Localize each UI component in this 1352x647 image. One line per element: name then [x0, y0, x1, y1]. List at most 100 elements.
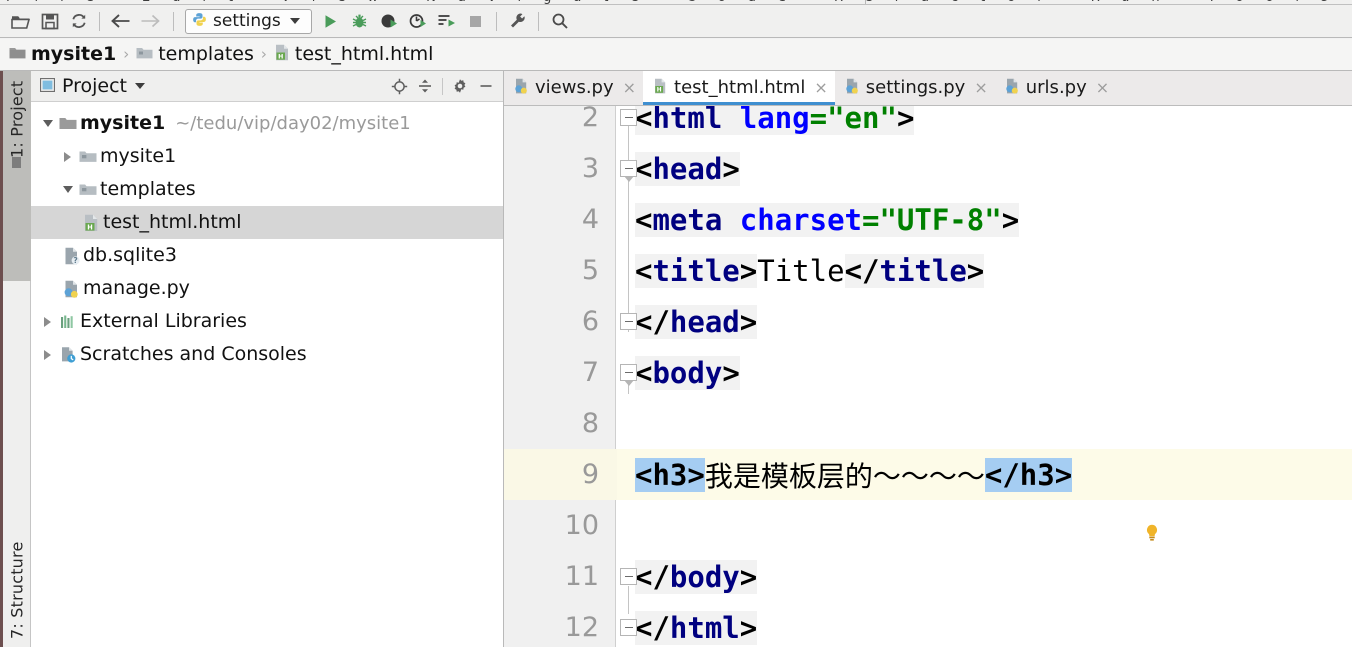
code-line: 8: [504, 398, 1352, 449]
close-icon[interactable]: ×: [1096, 80, 1109, 96]
tree-label: templates: [100, 178, 196, 200]
run-button[interactable]: [316, 8, 345, 35]
project-tree: mysite1 ~/tedu/vip/day02/mysite1 mysite1…: [31, 102, 503, 371]
folder-icon: [136, 45, 153, 64]
editor-tab-views-py[interactable]: views.py ×: [504, 71, 643, 105]
python-file-icon: [59, 280, 83, 298]
tree-label: mysite1: [80, 112, 166, 134]
run-with-coverage-button[interactable]: [374, 8, 403, 35]
code-line: 4 <meta charset="UTF-8">: [504, 194, 1352, 245]
tool-window-label: 7: Structure: [7, 541, 27, 640]
line-number: 9: [581, 459, 599, 490]
close-icon[interactable]: ×: [623, 80, 636, 96]
run-with-console-button[interactable]: [432, 8, 461, 35]
fold-marker[interactable]: [620, 109, 637, 126]
fold-marker[interactable]: [620, 313, 637, 330]
tree-label: manage.py: [83, 277, 190, 299]
editor-tab-urls-py[interactable]: urls.py ×: [995, 71, 1116, 105]
settings-wrench-button[interactable]: [503, 8, 532, 35]
matched-close-tag: </h3>: [984, 457, 1073, 492]
navigate-forward-icon[interactable]: [135, 8, 164, 35]
toolbar-divider-1: [99, 11, 100, 31]
project-panel-title: Project: [62, 74, 128, 97]
save-all-icon[interactable]: [35, 8, 64, 35]
tree-row-test-html[interactable]: H test_html.html: [31, 206, 503, 239]
matched-open-tag: <h3>: [635, 457, 705, 492]
tree-row-db-sqlite3[interactable]: ? db.sqlite3: [31, 239, 503, 272]
tree-row-scratches[interactable]: Scratches and Consoles: [31, 338, 503, 371]
code-line-text: <html lang="en">: [635, 106, 915, 143]
svg-text:H: H: [657, 88, 662, 94]
breadcrumb-separator: ›: [260, 45, 267, 63]
project-view-icon: [12, 157, 22, 169]
tool-window-label: 1: Project: [7, 81, 27, 159]
tree-row-manage-py[interactable]: manage.py: [31, 272, 503, 305]
fold-marker[interactable]: [620, 364, 637, 386]
stop-button[interactable]: [461, 8, 490, 35]
tool-window-button-project[interactable]: 1: Project: [3, 71, 31, 281]
chevron-expanded-icon[interactable]: [59, 186, 76, 193]
tree-row-project-root[interactable]: mysite1 ~/tedu/vip/day02/mysite1: [31, 107, 503, 140]
editor-tab-bar: views.py × H test_html.html × settings.p…: [504, 71, 1352, 106]
html-file-icon: H: [653, 78, 668, 98]
line-number: 3: [581, 153, 599, 184]
close-icon[interactable]: ×: [974, 80, 987, 96]
breadcrumb-label: test_html.html: [294, 43, 434, 65]
tree-label: db.sqlite3: [83, 244, 177, 266]
tree-label: External Libraries: [80, 310, 247, 332]
breadcrumb-label: mysite1: [31, 43, 117, 65]
chevron-down-icon[interactable]: [135, 83, 146, 89]
close-icon[interactable]: ×: [814, 80, 827, 96]
toolbar-divider-4: [538, 11, 539, 31]
toolbar-divider-3: [496, 11, 497, 31]
chevron-expanded-icon[interactable]: [39, 120, 56, 127]
breadcrumb-item-folder[interactable]: templates: [136, 45, 254, 64]
gear-icon[interactable]: [447, 74, 473, 98]
code-line-text: </html>: [635, 610, 758, 645]
debug-button[interactable]: [345, 8, 374, 35]
tool-window-button-structure[interactable]: 7: Structure: [3, 497, 31, 647]
open-folder-icon[interactable]: [6, 8, 35, 35]
collapse-all-icon[interactable]: [412, 74, 438, 98]
tree-row-module-mysite1[interactable]: mysite1: [31, 140, 503, 173]
tree-row-external-libraries[interactable]: External Libraries: [31, 305, 503, 338]
python-file-icon: [514, 78, 529, 98]
profile-button[interactable]: [403, 8, 432, 35]
line-number: 2: [581, 106, 599, 133]
tree-label: mysite1: [100, 145, 177, 167]
code-line: 10: [504, 500, 1352, 551]
tree-label: test_html.html: [103, 211, 242, 233]
svg-text:H: H: [278, 54, 283, 61]
select-opened-file-icon[interactable]: [386, 74, 412, 98]
chevron-collapsed-icon[interactable]: [39, 349, 56, 360]
code-line-text: <h3> 我是模板层的～～～～ </h3>: [635, 449, 1073, 500]
chevron-collapsed-icon[interactable]: [59, 151, 76, 162]
breadcrumb-item-file[interactable]: H test_html.html: [274, 43, 434, 65]
search-everywhere-button[interactable]: [545, 8, 574, 35]
hide-panel-icon[interactable]: [473, 74, 499, 98]
code-line-text: <head>: [635, 151, 740, 186]
editor-tab-label: urls.py: [1025, 77, 1087, 98]
project-path-hint: ~/tedu/vip/day02/mysite1: [175, 112, 411, 134]
fold-marker[interactable]: [620, 160, 637, 182]
breadcrumb-item-project[interactable]: mysite1: [9, 45, 116, 64]
sqlite-file-icon: ?: [59, 247, 83, 265]
code-line-current: 9 <h3> 我是模板层的～～～～ </h3>: [504, 449, 1352, 500]
chevron-collapsed-icon[interactable]: [39, 316, 56, 327]
code-line-text: </body>: [635, 559, 758, 594]
python-file-icon: [1005, 78, 1020, 98]
editor-tab-settings-py[interactable]: settings.py ×: [835, 71, 995, 105]
folder-icon: [56, 116, 80, 131]
run-configuration-selector[interactable]: settings: [185, 8, 312, 34]
editor-tab-test-html-html[interactable]: H test_html.html ×: [643, 71, 835, 105]
navigate-back-icon[interactable]: [106, 8, 135, 35]
tree-row-templates[interactable]: templates: [31, 173, 503, 206]
code-editor[interactable]: 2 <html lang="en"> 3 <head> 4 <meta char…: [504, 106, 1352, 647]
code-line-text: <meta charset="UTF-8">: [635, 202, 1020, 237]
pycharm-window: File Edit View Navigate Code Refactor Ru…: [0, 0, 1352, 647]
fold-marker[interactable]: [620, 568, 637, 585]
project-tool-window: Project mysite1 ~/tedu/vip/day02/mysite1…: [31, 71, 504, 647]
fold-marker[interactable]: [620, 619, 637, 636]
scratches-icon: [56, 346, 80, 363]
sync-refresh-icon[interactable]: [64, 8, 93, 35]
